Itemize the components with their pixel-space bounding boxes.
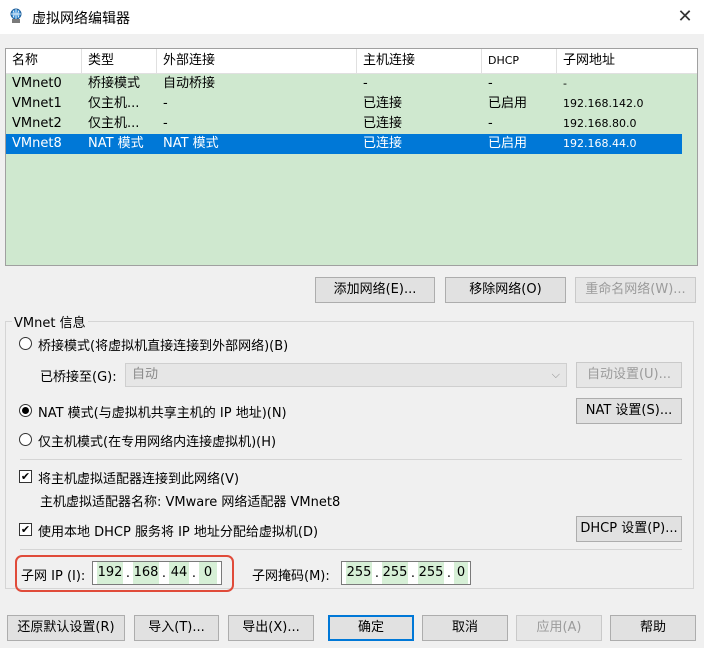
cell-type: 桥接模式 xyxy=(88,76,141,91)
add-network-button[interactable]: 添加网络(E)... xyxy=(315,277,435,303)
cell-subnet: 192.168.80.0 xyxy=(563,117,637,130)
bridged-to-label: 已桥接至(G): xyxy=(40,370,117,385)
close-icon[interactable]: ✕ xyxy=(672,4,698,30)
cell-dhcp: 已启用 xyxy=(488,136,528,151)
connect-adapter-checkbox[interactable]: ✔ xyxy=(19,470,32,483)
cell-host: 已连接 xyxy=(363,96,403,111)
mask-dot: . xyxy=(410,566,416,581)
hostonly-mode-label[interactable]: 仅主机模式(在专用网络内连接虚拟机)(H) xyxy=(38,431,276,450)
divider xyxy=(20,549,682,550)
bridged-mode-label[interactable]: 桥接模式(将虚拟机直接连接到外部网络)(B) xyxy=(38,335,288,354)
cell-host: 已连接 xyxy=(363,136,403,151)
restore-defaults-button[interactable]: 还原默认设置(R) xyxy=(7,615,125,641)
ok-button[interactable]: 确定 xyxy=(328,615,414,641)
cell-name: VMnet0 xyxy=(12,76,62,91)
ip-octet[interactable]: 44 xyxy=(169,562,189,584)
ip-octet[interactable]: 168 xyxy=(133,562,159,584)
export-button[interactable]: 导出(X)... xyxy=(228,615,314,641)
import-button[interactable]: 导入(T)... xyxy=(134,615,219,641)
cell-name: VMnet8 xyxy=(12,136,62,151)
cell-host: 已连接 xyxy=(363,116,403,131)
divider xyxy=(20,459,682,460)
ip-dot: . xyxy=(191,566,197,581)
connect-adapter-label[interactable]: 将主机虚拟适配器连接到此网络(V) xyxy=(38,468,239,487)
column-header-external[interactable]: 外部连接 xyxy=(157,49,357,73)
mask-octet[interactable]: 0 xyxy=(454,562,468,584)
cell-dhcp: - xyxy=(488,76,493,91)
ip-dot: . xyxy=(125,566,131,581)
nat-mode-radio[interactable] xyxy=(19,404,32,417)
subnet-ip-input[interactable]: 192 . 168 . 44 . 0 xyxy=(92,561,222,585)
cell-subnet: 192.168.44.0 xyxy=(563,137,637,150)
remove-network-button[interactable]: 移除网络(O) xyxy=(445,277,566,303)
mask-octet[interactable]: 255 xyxy=(346,562,372,584)
bridged-to-select[interactable]: 自动 ⌵ xyxy=(125,363,567,387)
chevron-down-icon: ⌵ xyxy=(551,368,560,381)
cell-subnet: - xyxy=(563,77,567,90)
subnet-mask-input[interactable]: 255 . 255 . 255 . 0 xyxy=(341,561,471,585)
cell-type: 仅主机... xyxy=(88,96,140,111)
subnet-mask-label: 子网掩码(M): xyxy=(252,569,330,584)
mask-octet[interactable]: 255 xyxy=(382,562,408,584)
subnet-ip-label: 子网 IP (I): xyxy=(21,569,86,584)
cell-external: - xyxy=(163,96,168,111)
ip-octet[interactable]: 192 xyxy=(97,562,123,584)
cell-name: VMnet1 xyxy=(12,96,62,111)
cell-name: VMnet2 xyxy=(12,116,62,131)
column-header-type[interactable]: 类型 xyxy=(82,49,157,73)
cell-external: 自动桥接 xyxy=(163,76,216,91)
cell-type: 仅主机... xyxy=(88,116,140,131)
cell-external: NAT 模式 xyxy=(163,136,219,151)
bridged-mode-radio[interactable] xyxy=(19,337,32,350)
cell-dhcp: 已启用 xyxy=(488,96,528,111)
hostonly-mode-radio[interactable] xyxy=(19,433,32,446)
cell-external: - xyxy=(163,116,168,131)
column-header-host[interactable]: 主机连接 xyxy=(357,49,482,73)
cell-host: - xyxy=(363,76,368,91)
apply-button[interactable]: 应用(A) xyxy=(516,615,602,641)
nat-mode-label[interactable]: NAT 模式(与虚拟机共享主机的 IP 地址)(N) xyxy=(38,402,287,421)
auto-settings-button[interactable]: 自动设置(U)... xyxy=(576,362,682,388)
column-header-subnet[interactable]: 子网地址 xyxy=(557,49,682,73)
vmnet-info-legend: VMnet 信息 xyxy=(12,312,88,331)
rename-network-button[interactable]: 重命名网络(W)... xyxy=(575,277,696,303)
table-row[interactable]: VMnet8 NAT 模式 NAT 模式 已连接 已启用 192.168.44.0 xyxy=(6,134,682,154)
ip-octet[interactable]: 0 xyxy=(199,562,217,584)
window-title: 虚拟网络编辑器 xyxy=(32,11,130,27)
column-header-dhcp[interactable]: DHCP xyxy=(482,49,557,73)
dhcp-settings-button[interactable]: DHCP 设置(P)... xyxy=(576,516,682,542)
bridged-to-value: 自动 xyxy=(132,367,159,382)
dhcp-label[interactable]: 使用本地 DHCP 服务将 IP 地址分配给虚拟机(D) xyxy=(38,521,318,540)
mask-dot: . xyxy=(374,566,380,581)
table-header: 名称 类型 外部连接 主机连接 DHCP 子网地址 xyxy=(6,49,697,74)
networks-table: 名称 类型 外部连接 主机连接 DHCP 子网地址 VMnet0 桥接模式 自动桥接… xyxy=(5,48,698,266)
table-row[interactable]: VMnet0 桥接模式 自动桥接 - - - xyxy=(6,74,682,94)
adapter-name-label: 主机虚拟适配器名称: VMware 网络适配器 VMnet8 xyxy=(40,495,341,510)
help-button[interactable]: 帮助 xyxy=(610,615,696,641)
ip-dot: . xyxy=(161,566,167,581)
header-filler xyxy=(681,49,697,73)
table-row[interactable]: VMnet1 仅主机... - 已连接 已启用 192.168.142.0 xyxy=(6,94,682,114)
table-row[interactable]: VMnet2 仅主机... - 已连接 - 192.168.80.0 xyxy=(6,114,682,134)
dhcp-checkbox[interactable]: ✔ xyxy=(19,523,32,536)
cell-subnet: 192.168.142.0 xyxy=(563,97,644,110)
cancel-button[interactable]: 取消 xyxy=(422,615,508,641)
column-header-name[interactable]: 名称 xyxy=(6,49,82,73)
cell-type: NAT 模式 xyxy=(88,136,144,151)
network-editor-icon xyxy=(10,8,22,23)
mask-dot: . xyxy=(446,566,452,581)
nat-settings-button[interactable]: NAT 设置(S)... xyxy=(576,398,682,424)
cell-dhcp: - xyxy=(488,116,493,131)
mask-octet[interactable]: 255 xyxy=(418,562,444,584)
